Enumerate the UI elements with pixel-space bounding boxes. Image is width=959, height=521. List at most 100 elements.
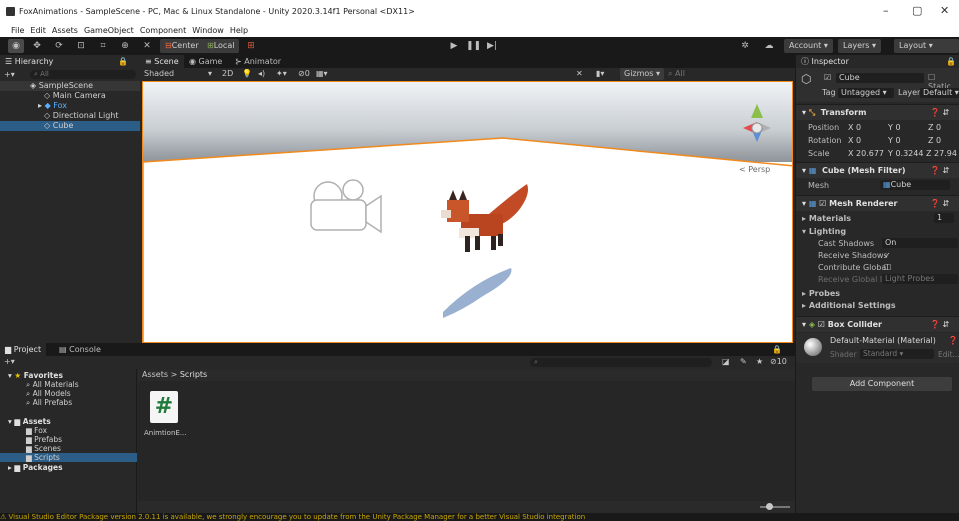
shading-mode-dropdown[interactable]: Shaded: [144, 69, 174, 78]
close-button[interactable]: ✕: [940, 4, 949, 17]
box-collider-header[interactable]: ▾ ◈ ☑ Box Collider ❓ ⇵: [796, 316, 959, 332]
tab-animator[interactable]: ⊱ Animator: [230, 55, 286, 68]
packages-header[interactable]: ▸ ▆ Packages: [0, 463, 137, 472]
effects-dropdown-icon[interactable]: ✦▾: [276, 69, 287, 78]
help-icon[interactable]: ❓ ⇵: [930, 163, 949, 179]
cloud-icon[interactable]: ☁: [762, 39, 776, 53]
receive-gi-dropdown[interactable]: Light Probes: [882, 274, 958, 284]
expand-arrow-icon[interactable]: ▸: [38, 101, 42, 110]
menu-gameobject[interactable]: GameObject: [84, 26, 134, 35]
layers-dropdown[interactable]: Layers ▾: [838, 39, 882, 53]
help-icon[interactable]: ❓ ⇵: [930, 317, 949, 333]
shading-dropdown-arrow[interactable]: ▾: [208, 69, 212, 78]
hierarchy-search-input[interactable]: ⌕ All: [30, 70, 136, 79]
step-button[interactable]: ▶|: [486, 39, 498, 53]
list-item[interactable]: ▆ Prefabs: [0, 435, 137, 444]
light-toggle-icon[interactable]: 💡: [242, 69, 252, 78]
render-mode-icon[interactable]: ▮▾: [596, 69, 604, 78]
inspector-lock-icon[interactable]: 🔒: [946, 57, 956, 66]
cast-shadows-dropdown[interactable]: On: [882, 238, 958, 248]
menu-assets[interactable]: Assets: [52, 26, 78, 35]
hidden-objects-icon[interactable]: ⊘0: [298, 69, 310, 78]
collab-icon[interactable]: ✲: [738, 39, 752, 53]
status-message[interactable]: Visual Studio Editor Package version 2.0…: [9, 513, 586, 521]
layer-dropdown[interactable]: Default ▾: [920, 88, 959, 98]
snap-icon[interactable]: ⊞: [244, 39, 258, 53]
list-item[interactable]: ◇ Directional Light: [0, 111, 140, 121]
scene-search-input[interactable]: ⌕ All: [668, 69, 685, 79]
filter-label-icon[interactable]: ✎: [740, 357, 747, 366]
help-icon[interactable]: ❓ ⇵: [930, 105, 949, 121]
transform-tool-icon[interactable]: ⊕: [118, 39, 132, 53]
contribute-gi-checkbox[interactable]: ☐: [884, 262, 891, 273]
filter-type-icon[interactable]: ◪: [722, 357, 730, 366]
tab-project[interactable]: ▆ Project: [0, 343, 47, 356]
layout-dropdown[interactable]: Layout ▾: [894, 39, 959, 53]
account-dropdown[interactable]: Account ▾: [784, 39, 833, 53]
hidden-packages-icon[interactable]: ⊘10: [770, 357, 787, 366]
lighting-foldout[interactable]: ▾ Lighting: [796, 226, 959, 237]
2d-toggle[interactable]: 2D: [222, 69, 233, 78]
tab-inspector[interactable]: ⓘ Inspector: [796, 55, 959, 68]
add-icon[interactable]: +▾: [4, 70, 15, 79]
project-lock-icon[interactable]: 🔒: [772, 345, 782, 354]
menu-help[interactable]: Help: [230, 26, 248, 35]
tag-dropdown[interactable]: Untagged ▾: [838, 88, 894, 98]
gizmos-dropdown[interactable]: Gizmos ▾: [620, 68, 665, 80]
custom-tool-icon[interactable]: ✕: [140, 39, 154, 53]
move-tool-icon[interactable]: ✥: [30, 39, 44, 53]
receive-shadows-checkbox[interactable]: ✓: [884, 250, 891, 261]
active-checkbox[interactable]: ☑: [824, 73, 831, 82]
favorite-star-icon[interactable]: ★: [756, 357, 763, 366]
menu-file[interactable]: File: [11, 26, 24, 35]
list-item[interactable]: ▆ Scenes: [0, 444, 137, 453]
mesh-filter-header[interactable]: ▾ ▦ Cube (Mesh Filter) ❓ ⇵: [796, 162, 959, 178]
list-item[interactable]: ◇ Cube: [0, 121, 140, 131]
pivot-center-toggle[interactable]: ⊟Center: [160, 39, 204, 53]
menu-component[interactable]: Component: [140, 26, 186, 35]
tab-game[interactable]: ◉ Game: [184, 55, 227, 68]
script-file-name[interactable]: AnimtionE...: [144, 429, 187, 437]
help-icon[interactable]: ❓ ⇵: [930, 196, 949, 212]
scene-row[interactable]: ◈ SampleScene: [0, 81, 140, 91]
breadcrumb-scripts[interactable]: Scripts: [180, 370, 207, 379]
audio-toggle-icon[interactable]: ◂): [258, 69, 265, 78]
list-item[interactable]: ⌕ All Prefabs: [0, 398, 137, 407]
materials-foldout[interactable]: ▸ Materials 1: [796, 213, 959, 224]
create-icon[interactable]: +▾: [4, 357, 15, 366]
probes-foldout[interactable]: ▸ Probes: [796, 288, 959, 299]
breadcrumb-assets[interactable]: Assets: [142, 370, 168, 379]
add-component-button[interactable]: Add Component: [812, 377, 952, 391]
pause-button[interactable]: ❚❚: [466, 39, 481, 53]
lock-icon[interactable]: 🔒: [118, 57, 128, 66]
tools-icon[interactable]: ✕: [576, 69, 583, 78]
list-item[interactable]: ◇ Main Camera: [0, 91, 140, 101]
shader-edit-button[interactable]: Edit...: [938, 350, 959, 359]
pivot-local-toggle[interactable]: ⊞Local: [202, 39, 240, 53]
maximize-button[interactable]: ▢: [912, 4, 922, 17]
favorites-header[interactable]: ▾ ★ Favorites: [0, 371, 137, 380]
object-name-input[interactable]: Cube: [836, 73, 924, 83]
persp-label[interactable]: < Persp: [739, 165, 770, 174]
menu-edit[interactable]: Edit: [30, 26, 46, 35]
list-item[interactable]: ⌕ All Materials: [0, 380, 137, 389]
list-item[interactable]: ▆ Fox: [0, 426, 137, 435]
list-item[interactable]: ⌕ All Models: [0, 389, 137, 398]
mesh-field[interactable]: ▦Cube: [880, 180, 950, 190]
material-help-icon[interactable]: ❓: [948, 336, 958, 345]
csharp-script-icon[interactable]: #: [150, 391, 178, 423]
additional-settings-foldout[interactable]: ▸ Additional Settings: [796, 300, 959, 311]
mesh-renderer-header[interactable]: ▾ ▦ ☑ Mesh Renderer ❓ ⇵: [796, 195, 959, 211]
rotate-tool-icon[interactable]: ⟳: [52, 39, 66, 53]
grid-toggle-icon[interactable]: ▦▾: [316, 69, 328, 78]
tab-console[interactable]: ▤ Console: [54, 343, 106, 356]
list-item[interactable]: ▸ ◆ Fox: [0, 101, 140, 111]
rect-tool-icon[interactable]: ⌗: [96, 39, 110, 53]
project-search-input[interactable]: ⌕: [530, 358, 712, 367]
scene-viewport[interactable]: < Persp: [142, 81, 793, 343]
assets-header[interactable]: ▾ ▆ Assets: [0, 417, 137, 426]
icon-size-slider[interactable]: [760, 506, 790, 508]
scale-tool-icon[interactable]: ⊡: [74, 39, 88, 53]
list-item[interactable]: ▆ Scripts: [0, 453, 137, 462]
play-button[interactable]: ▶: [448, 39, 460, 53]
